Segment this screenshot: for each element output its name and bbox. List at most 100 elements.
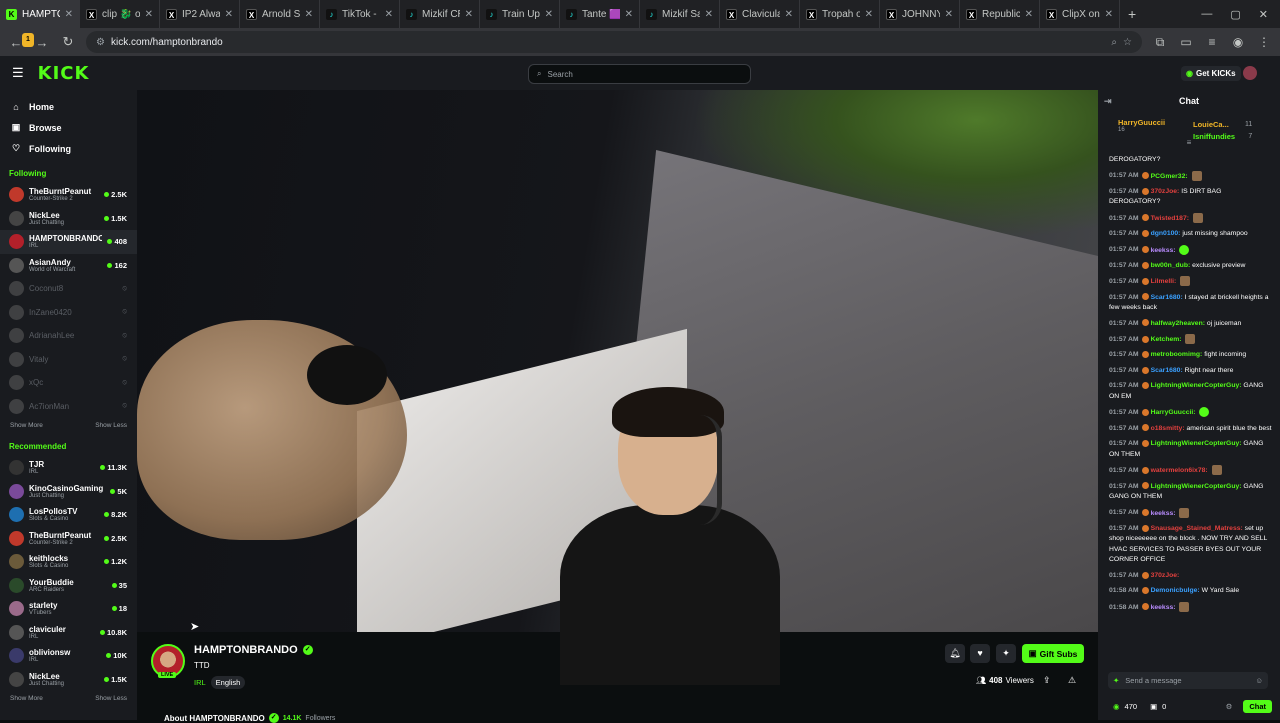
message-username[interactable]: Snausage_Stained_Matress: bbox=[1151, 525, 1243, 532]
message-username[interactable]: 370zJoe: bbox=[1151, 188, 1180, 195]
close-window-icon[interactable]: ✕ bbox=[1259, 8, 1268, 21]
browser-tab[interactable]: X JOHNNY o ✕ bbox=[880, 0, 960, 28]
address-bar[interactable]: ⚙ kick.com/hamptonbrando ⌕ ☆ bbox=[86, 31, 1142, 53]
browser-tab[interactable]: ♪ Mizkif CR ✕ bbox=[400, 0, 480, 28]
message-username[interactable]: Scar1680: bbox=[1151, 294, 1183, 301]
tab-close-icon[interactable]: ✕ bbox=[145, 9, 153, 20]
new-tab-button[interactable]: + bbox=[1120, 6, 1144, 22]
extensions-icon[interactable]: ⧉ bbox=[1152, 35, 1168, 50]
tab-close-icon[interactable]: ✕ bbox=[1025, 9, 1033, 20]
sidebar-channel[interactable]: NickLee Just Chatting 1.5K bbox=[0, 668, 137, 692]
show-less-button[interactable]: Show Less bbox=[95, 422, 127, 429]
message-username[interactable]: Scar1680: bbox=[1151, 367, 1183, 374]
channel-name[interactable]: HAMPTONBRANDO ✓ bbox=[194, 644, 313, 656]
kick-logo[interactable]: KICK bbox=[38, 63, 90, 84]
message-username[interactable]: 370zJoe: bbox=[1151, 572, 1180, 579]
sidebar-channel[interactable]: Vitaly ⦸ bbox=[0, 348, 137, 372]
menu-icon[interactable]: ⋮ bbox=[1256, 35, 1272, 49]
browser-tab[interactable]: X Arnold S ✕ bbox=[240, 0, 320, 28]
sidebar-channel[interactable]: NickLee Just Chatting 1.5K bbox=[0, 207, 137, 231]
browser-tab[interactable]: ♪ Mizkif Sa ✕ bbox=[640, 0, 720, 28]
collapse-chat-icon[interactable]: ⇥ bbox=[1104, 96, 1112, 107]
sidebar-channel[interactable]: claviculer IRL 10.8K bbox=[0, 621, 137, 645]
maximize-icon[interactable]: ▢ bbox=[1230, 8, 1240, 21]
chat-send-button[interactable]: Chat bbox=[1243, 699, 1272, 713]
tab-close-icon[interactable]: ✕ bbox=[785, 9, 793, 20]
sidebar-channel[interactable]: HAMPTONBRANDO IRL 408 bbox=[0, 230, 137, 254]
tab-close-icon[interactable]: ✕ bbox=[625, 9, 633, 20]
follow-heart-button[interactable]: ♥ bbox=[970, 644, 990, 663]
message-username[interactable]: HarryGuuccii: bbox=[1151, 409, 1196, 416]
message-username[interactable]: Ketchem: bbox=[1151, 336, 1182, 343]
message-username[interactable]: Lilmelli: bbox=[1151, 278, 1177, 285]
show-less-button[interactable]: Show Less bbox=[95, 695, 127, 702]
chat-input[interactable]: ✦ Send a message ☺ bbox=[1108, 672, 1268, 689]
expand-gifters-icon[interactable]: ≡ bbox=[1098, 138, 1280, 150]
chat-settings-icon[interactable]: ⚙ bbox=[1226, 702, 1233, 711]
bookmark-star-icon[interactable]: ☆ bbox=[1123, 37, 1132, 48]
browser-tab[interactable]: ♪ Tante 🟪 ✕ bbox=[560, 0, 640, 28]
language-tag[interactable]: English bbox=[210, 676, 246, 689]
message-username[interactable]: Twisted187: bbox=[1151, 215, 1189, 222]
sidebar-channel[interactable]: AdrianahLee ⦸ bbox=[0, 324, 137, 348]
message-username[interactable]: bw00n_dub: bbox=[1151, 262, 1191, 269]
browser-tab[interactable]: K HAMPTO ✕ bbox=[0, 0, 80, 28]
sidebar-channel[interactable]: oblivionsw IRL 10K bbox=[0, 644, 137, 668]
sidebar-nav-home[interactable]: ⌂ Home bbox=[0, 96, 137, 117]
top-gifter-name[interactable]: HarryGuuccii bbox=[1118, 118, 1165, 127]
show-more-button[interactable]: Show More bbox=[10, 422, 43, 429]
tab-close-icon[interactable]: ✕ bbox=[545, 9, 553, 20]
sidebar-channel[interactable]: TheBurntPeanut Counter-Strike 2 2.5K bbox=[0, 183, 137, 207]
category-link[interactable]: IRL bbox=[194, 678, 206, 687]
message-username[interactable]: dgn0100: bbox=[1151, 230, 1181, 237]
browser-tab[interactable]: X Republic ✕ bbox=[960, 0, 1040, 28]
tab-close-icon[interactable]: ✕ bbox=[65, 9, 73, 20]
tab-close-icon[interactable]: ✕ bbox=[465, 9, 473, 20]
message-username[interactable]: Demonicbulge: bbox=[1151, 587, 1200, 594]
zoom-icon[interactable]: ⌕ bbox=[1111, 37, 1117, 48]
sidebar-channel[interactable]: InZane0420 ⦸ bbox=[0, 301, 137, 325]
message-username[interactable]: PCGmer32: bbox=[1151, 172, 1188, 179]
media-icon[interactable]: ≡ bbox=[1204, 35, 1220, 49]
emote-picker-icon[interactable]: ✦ bbox=[1113, 676, 1119, 685]
message-username[interactable]: o18smitty: bbox=[1151, 425, 1185, 432]
tab-close-icon[interactable]: ✕ bbox=[705, 9, 713, 20]
hamburger-menu-icon[interactable]: ☰ bbox=[12, 65, 24, 81]
gift-subs-button[interactable]: ▣ Gift Subs bbox=[1022, 644, 1084, 663]
show-more-button[interactable]: Show More bbox=[10, 695, 43, 702]
search-input[interactable]: ⌕ Search bbox=[528, 64, 751, 84]
profile-icon[interactable]: ◉ bbox=[1230, 35, 1246, 49]
tab-close-icon[interactable]: ✕ bbox=[305, 9, 313, 20]
message-username[interactable]: keekss: bbox=[1151, 604, 1176, 611]
reload-icon[interactable]: ↻ bbox=[60, 34, 76, 50]
emoji-icon[interactable]: ☺ bbox=[1255, 676, 1263, 685]
sidebar-channel[interactable]: KinoCasinoGaming Just Chatting 5K bbox=[0, 480, 137, 504]
browser-tab[interactable]: ♪ TikTok - ✕ bbox=[320, 0, 400, 28]
browser-tab[interactable]: X ClipX on ✕ bbox=[1040, 0, 1120, 28]
sidebar-channel[interactable]: AsianAndy World of Warcraft 162 bbox=[0, 254, 137, 278]
sidebar-channel[interactable]: Coconut8 ⦸ bbox=[0, 277, 137, 301]
minimize-icon[interactable]: — bbox=[1201, 8, 1212, 21]
notification-bell-button[interactable]: 🔔︎ bbox=[945, 644, 965, 663]
tab-close-icon[interactable]: ✕ bbox=[385, 9, 393, 20]
gifter-3-name[interactable]: Isniffundies bbox=[1193, 131, 1235, 143]
sidebar-channel[interactable]: starlety VTubers 18 bbox=[0, 597, 137, 621]
sidebar-channel[interactable]: YourBuddie ARC Raiders 35 bbox=[0, 574, 137, 598]
browser-tab[interactable]: X IP2 Alway ✕ bbox=[160, 0, 240, 28]
top-gifters[interactable]: HarryGuuccii 16 bbox=[1098, 112, 1280, 138]
browser-tab[interactable]: X Tropah o ✕ bbox=[800, 0, 880, 28]
message-username[interactable]: LightningWienerCopterGuy: bbox=[1151, 382, 1242, 389]
share-icon[interactable]: ⇪ bbox=[1043, 675, 1051, 686]
report-flag-icon[interactable]: ⚠ bbox=[1068, 675, 1076, 686]
message-username[interactable]: keekss: bbox=[1151, 509, 1176, 516]
tab-close-icon[interactable]: ✕ bbox=[865, 9, 873, 20]
tab-close-icon[interactable]: ✕ bbox=[945, 9, 953, 20]
user-avatar[interactable] bbox=[1243, 66, 1257, 80]
message-username[interactable]: LightningWienerCopterGuy: bbox=[1151, 440, 1242, 447]
sidebar-channel[interactable]: keithlocks Slots & Casino 1.2K bbox=[0, 550, 137, 574]
sidebar-nav-browse[interactable]: ▣ Browse bbox=[0, 117, 137, 138]
tab-close-icon[interactable]: ✕ bbox=[225, 9, 233, 20]
message-username[interactable]: keekss: bbox=[1151, 246, 1176, 253]
browser-tab[interactable]: X Clavicula ✕ bbox=[720, 0, 800, 28]
site-info-icon[interactable]: ⚙ bbox=[96, 37, 105, 48]
